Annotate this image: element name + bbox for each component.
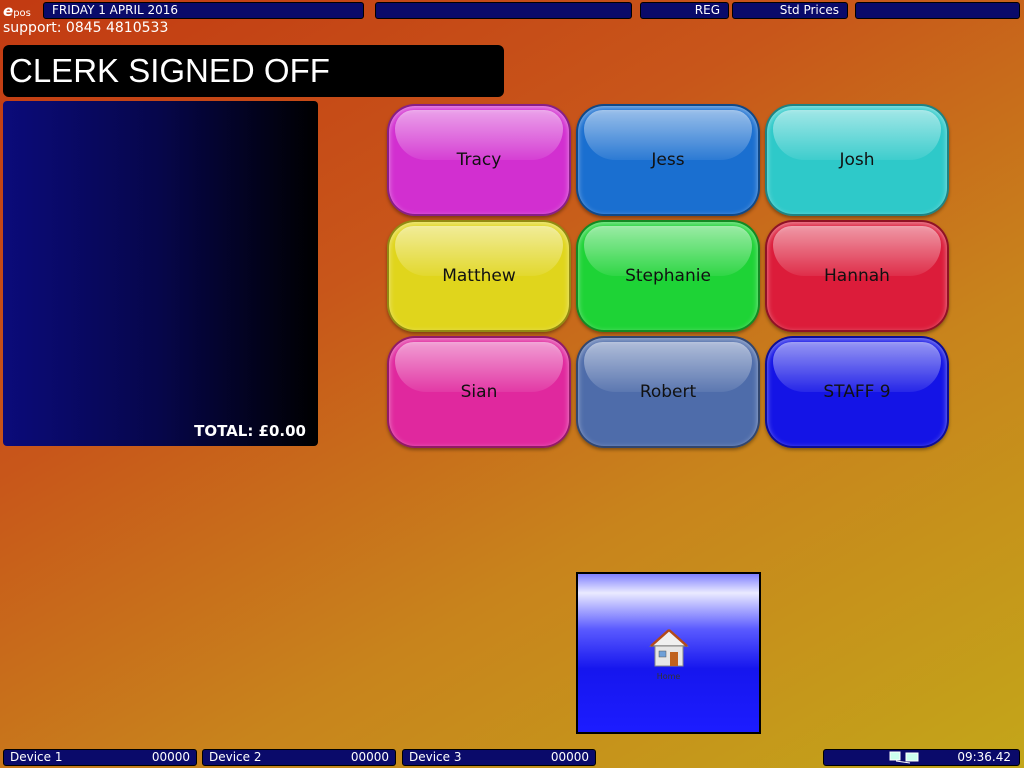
clerk-button-staff-9[interactable]: STAFF 9: [765, 336, 949, 448]
clerk-button-label: Matthew: [442, 266, 516, 286]
clerk-button-label: Josh: [839, 150, 875, 170]
clerk-button-matthew[interactable]: Matthew: [387, 220, 571, 332]
status-bar-right: [855, 2, 1020, 19]
mode-indicator: REG: [640, 2, 729, 19]
home-button[interactable]: Home: [576, 572, 761, 734]
clerk-button-stephanie[interactable]: Stephanie: [576, 220, 760, 332]
network-icon: [889, 751, 919, 764]
house-icon: [648, 628, 689, 667]
price-level-indicator: Std Prices: [732, 2, 848, 19]
clerk-button-sian[interactable]: Sian: [387, 336, 571, 448]
clerk-button-label: Stephanie: [625, 266, 711, 286]
clerk-button-josh[interactable]: Josh: [765, 104, 949, 216]
clock: 09:36.42: [957, 750, 1011, 764]
clerk-button-hannah[interactable]: Hannah: [765, 220, 949, 332]
support-phone: support: 0845 4810533: [3, 20, 169, 36]
clerk-button-tracy[interactable]: Tracy: [387, 104, 571, 216]
epos-logo: epos: [3, 2, 31, 20]
clerk-button-robert[interactable]: Robert: [576, 336, 760, 448]
system-tray: 09:36.42: [823, 749, 1020, 766]
clerk-button-label: STAFF 9: [823, 382, 891, 402]
clerk-button-jess[interactable]: Jess: [576, 104, 760, 216]
receipt-panel: TOTAL: £0.00: [3, 101, 318, 446]
clerk-button-label: Robert: [639, 382, 697, 402]
device-1-status: Device 1 00000: [3, 749, 197, 766]
clerk-button-label: Sian: [460, 382, 498, 402]
date-display: FRIDAY 1 APRIL 2016: [43, 2, 364, 19]
clerk-status-display: CLERK SIGNED OFF: [3, 45, 504, 97]
receipt-total: TOTAL: £0.00: [194, 422, 306, 440]
device-3-status: Device 3 00000: [402, 749, 596, 766]
clerk-button-label: Hannah: [824, 266, 890, 286]
clerk-button-label: Tracy: [456, 150, 502, 170]
info-bar: [375, 2, 632, 19]
clerk-button-label: Jess: [651, 150, 685, 170]
home-label: Home: [656, 672, 681, 681]
device-2-status: Device 2 00000: [202, 749, 396, 766]
